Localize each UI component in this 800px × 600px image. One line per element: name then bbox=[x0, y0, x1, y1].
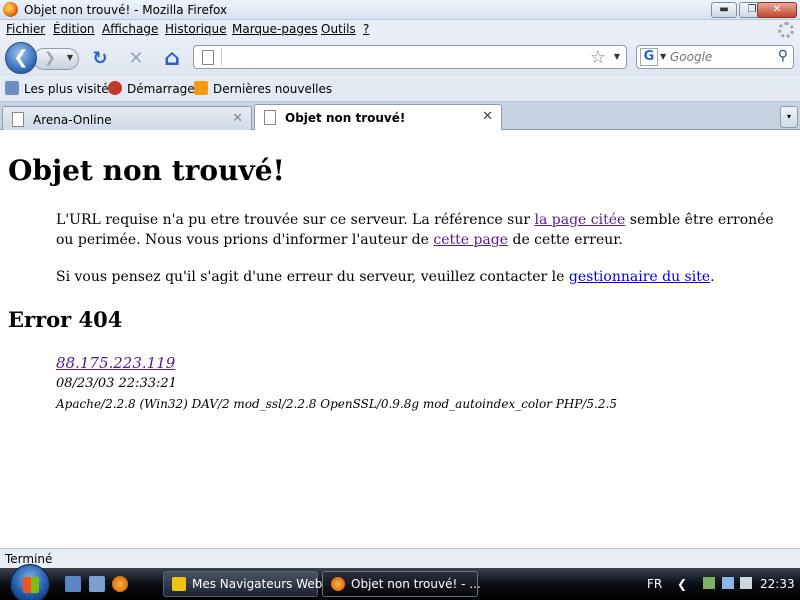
menu-marque-pages[interactable]: Marque-pages bbox=[232, 22, 318, 36]
engine-dropdown-icon[interactable]: ▼ bbox=[660, 52, 666, 61]
stop-icon[interactable]: ✕ bbox=[125, 49, 147, 71]
menu-historique[interactable]: Historique bbox=[165, 22, 227, 36]
url-bar[interactable]: ☆ ▼ bbox=[193, 45, 627, 69]
show-hidden-icons-icon[interactable]: ❮ bbox=[677, 577, 687, 591]
firefox-quicklaunch-icon[interactable] bbox=[112, 576, 128, 592]
navigation-toolbar: ❯ ▼ ❮ ↻ ✕ ⌂ ☆ ▼ G ▼ ⚲ bbox=[0, 40, 800, 76]
bookmark-most-visited[interactable]: Les plus visités bbox=[5, 81, 115, 96]
page-icon bbox=[264, 110, 276, 125]
firefox-icon bbox=[331, 577, 345, 591]
close-window-button[interactable]: ✕ bbox=[757, 2, 797, 18]
history-dropdown-icon[interactable]: ▼ bbox=[67, 53, 73, 62]
tab-objet-non-trouve[interactable]: Objet non trouvé! ✕ bbox=[254, 104, 502, 131]
page-icon bbox=[202, 50, 214, 65]
task-label: Mes Navigateurs Web bbox=[192, 577, 323, 591]
search-icon[interactable]: ⚲ bbox=[778, 48, 788, 64]
show-desktop-icon[interactable] bbox=[65, 576, 81, 592]
throbber-icon bbox=[778, 22, 794, 38]
windows-taskbar: Mes Navigateurs Web Objet non trouvé! - … bbox=[0, 564, 800, 600]
page-heading: Objet non trouvé! bbox=[8, 154, 285, 187]
reload-icon[interactable]: ↻ bbox=[89, 49, 111, 71]
tab-label: Arena-Online bbox=[33, 113, 112, 127]
bookmark-latest-news[interactable]: Dernières nouvelles bbox=[194, 81, 332, 96]
network-icon[interactable] bbox=[722, 577, 734, 589]
text: . bbox=[710, 269, 715, 285]
google-engine-icon[interactable]: G bbox=[640, 48, 658, 66]
windows-logo-icon bbox=[23, 577, 39, 593]
safely-remove-icon[interactable] bbox=[703, 577, 715, 589]
server-ip-link[interactable]: 88.175.223.119 bbox=[56, 354, 175, 372]
tab-close-icon[interactable]: ✕ bbox=[232, 111, 243, 126]
error-datetime: 08/23/03 22:33:21 bbox=[56, 376, 177, 391]
window-title: Objet non trouvé! - Mozilla Firefox bbox=[24, 3, 228, 17]
search-bar[interactable]: G ▼ ⚲ bbox=[636, 45, 794, 69]
taskbar-folder-task[interactable]: Mes Navigateurs Web bbox=[163, 571, 322, 597]
url-dropdown-icon[interactable]: ▼ bbox=[614, 52, 620, 61]
error-code-heading: Error 404 bbox=[8, 307, 123, 332]
window-titlebar: Objet non trouvé! - Mozilla Firefox ▬ ❐ … bbox=[0, 0, 800, 20]
referring-page-link[interactable]: la page citée bbox=[535, 212, 626, 228]
firefox-logo-icon bbox=[3, 2, 18, 17]
menu-bar: Fichier Édition Affichage Historique Mar… bbox=[0, 20, 800, 40]
url-input[interactable] bbox=[226, 49, 576, 65]
bookmarks-toolbar: Les plus visités Démarrage Dernières nou… bbox=[0, 76, 800, 102]
menu-outils[interactable]: Outils bbox=[321, 22, 356, 36]
home-icon[interactable]: ⌂ bbox=[161, 48, 183, 71]
rss-feed-icon bbox=[194, 81, 208, 95]
forward-button[interactable]: ❯ ▼ bbox=[33, 48, 79, 70]
list-all-tabs-button[interactable]: ▾ bbox=[780, 106, 798, 128]
text: L'URL requise n'a pu etre trouvée sur ce… bbox=[56, 212, 535, 228]
clock[interactable]: 22:33 bbox=[760, 577, 795, 591]
tab-label: Objet non trouvé! bbox=[285, 111, 406, 125]
search-input[interactable] bbox=[670, 49, 770, 65]
status-bar: Terminé bbox=[0, 548, 800, 568]
menu-help[interactable]: ? bbox=[363, 22, 369, 36]
text: de cette erreur. bbox=[508, 232, 623, 248]
page-content: Objet non trouvé! L'URL requise n'a pu e… bbox=[0, 130, 800, 548]
bookmark-label: Les plus visités bbox=[24, 82, 115, 96]
this-page-link[interactable]: cette page bbox=[433, 232, 508, 248]
taskbar-firefox-task[interactable]: Objet non trouvé! - ... bbox=[322, 571, 481, 597]
volume-icon[interactable] bbox=[740, 577, 752, 589]
start-button[interactable] bbox=[10, 564, 50, 600]
language-indicator[interactable]: FR bbox=[647, 577, 662, 591]
tab-arena-online[interactable]: Arena-Online ✕ bbox=[2, 106, 252, 131]
bookmark-star-icon[interactable]: ☆ bbox=[590, 47, 606, 68]
task-label: Objet non trouvé! - ... bbox=[351, 577, 481, 591]
switch-windows-icon[interactable] bbox=[89, 576, 105, 592]
menu-affichage[interactable]: Affichage bbox=[102, 22, 158, 36]
back-button[interactable]: ❮ bbox=[5, 42, 37, 74]
bookmark-label: Dernières nouvelles bbox=[213, 82, 333, 96]
server-signature: Apache/2.2.8 (Win32) DAV/2 mod_ssl/2.2.8… bbox=[56, 397, 617, 411]
minimize-button[interactable]: ▬ bbox=[711, 2, 737, 18]
bookmark-label: Démarrage bbox=[127, 82, 195, 96]
folder-icon bbox=[172, 577, 186, 591]
tab-close-icon[interactable]: ✕ bbox=[482, 109, 493, 124]
start-page-icon bbox=[108, 81, 122, 95]
url-divider bbox=[221, 48, 222, 66]
menu-fichier[interactable]: Fichier bbox=[6, 22, 45, 36]
menu-edition[interactable]: Édition bbox=[53, 22, 95, 36]
text: Si vous pensez qu'il s'agit d'une erreur… bbox=[56, 269, 569, 285]
forward-arrow-icon: ❯ bbox=[44, 50, 56, 66]
webmaster-link[interactable]: gestionnaire du site bbox=[569, 269, 710, 285]
smart-bookmark-icon bbox=[5, 81, 19, 95]
error-description: L'URL requise n'a pu etre trouvée sur ce… bbox=[56, 210, 776, 250]
bookmark-demarrage[interactable]: Démarrage bbox=[108, 81, 195, 96]
tab-bar: Arena-Online ✕ Objet non trouvé! ✕ ▾ bbox=[0, 102, 800, 131]
server-error-note: Si vous pensez qu'il s'agit d'une erreur… bbox=[56, 267, 776, 287]
page-icon bbox=[12, 112, 24, 127]
